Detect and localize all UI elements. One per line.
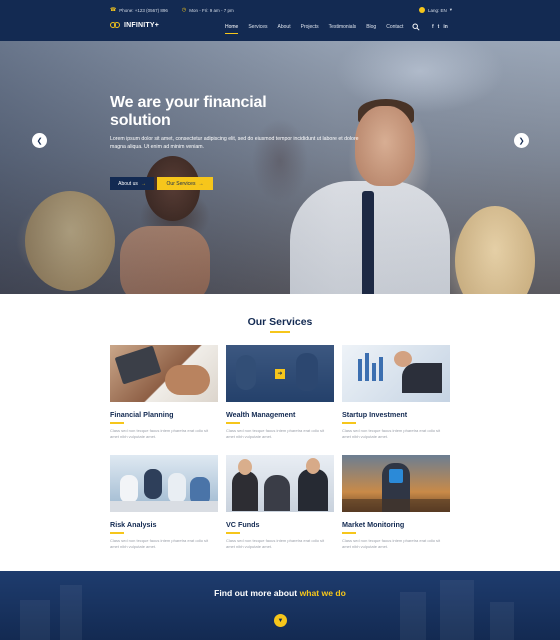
service-card-vc-funds[interactable]: VC Funds Class sed non tecque faous inte…	[226, 455, 334, 551]
linkedin-icon[interactable]: in	[443, 24, 447, 30]
service-card-risk-analysis[interactable]: Risk Analysis Class sed non tecque faous…	[110, 455, 218, 551]
cta-highlight: what we do	[299, 588, 346, 598]
services-title: Our Services	[247, 316, 313, 328]
slider-prev-button[interactable]: ❮	[32, 133, 47, 148]
logo-text: INFINITY+	[124, 22, 160, 29]
service-title: Wealth Management	[226, 410, 296, 419]
nav-blog[interactable]: Blog	[361, 24, 381, 30]
service-image	[110, 345, 218, 402]
title-underline	[226, 422, 240, 424]
image-hover-overlay: ➜	[226, 345, 334, 402]
nav-home[interactable]: Home	[220, 24, 243, 34]
clock-icon: ◷	[181, 7, 187, 13]
service-card-wealth-management[interactable]: ➜ Wealth Management Class sed non tecque…	[226, 345, 334, 441]
main-nav: Home Services About Projects Testimonial…	[220, 24, 408, 34]
nav-contact[interactable]: Contact	[381, 24, 408, 30]
service-title: Financial Planning	[110, 410, 174, 419]
nav-projects[interactable]: Projects	[296, 24, 324, 30]
slider-next-button[interactable]: ❯	[514, 133, 529, 148]
service-image	[342, 345, 450, 402]
service-card-financial-planning[interactable]: Financial Planning Class sed non tecque …	[110, 345, 218, 441]
page: ☎ Phone: +123 (0567) 896 ◷ Mon - Fri: 9 …	[0, 0, 560, 640]
cta-heading: Find out more about what we do	[0, 588, 560, 598]
service-text: Class sed non tecque faous intem pharetr…	[342, 537, 441, 550]
cta-text: Find out more about	[214, 588, 298, 598]
chevron-left-icon: ❮	[36, 137, 43, 145]
phone-icon: ☎	[110, 7, 117, 13]
service-card-startup-investment[interactable]: Startup Investment Class sed non tecque …	[342, 345, 450, 441]
flag-icon	[418, 7, 425, 13]
service-card-market-monitoring[interactable]: Market Monitoring Class sed non tecque f…	[342, 455, 450, 551]
our-services-label: Our Services	[166, 180, 196, 187]
top-header: ☎ Phone: +123 (0567) 896 ◷ Mon - Fri: 9 …	[0, 0, 560, 41]
hero-title: We are your financial solution	[110, 94, 267, 129]
service-text: Class sed non tecque faous intem pharetr…	[110, 537, 209, 550]
hours-text: Mon - Fri: 9 am - 7 pm	[189, 7, 234, 13]
phone-info: ☎ Phone: +123 (0567) 896	[110, 7, 168, 13]
service-image: ➜	[226, 345, 334, 402]
service-title: VC Funds	[226, 520, 260, 529]
arrow-right-icon: →	[198, 180, 204, 187]
about-us-label: About us	[118, 180, 138, 187]
hero-text: Lorem ipsum dolor sit amet, consectetur …	[110, 136, 359, 150]
service-text: Class sed non tecque faous intem pharetr…	[342, 427, 441, 440]
chevron-right-icon: ❯	[518, 137, 525, 145]
title-underline	[226, 532, 240, 534]
our-services-button[interactable]: Our Services →	[157, 177, 213, 190]
arrow-right-icon: →	[140, 180, 146, 187]
service-text: Class sed non tecque faous intem pharetr…	[226, 427, 325, 440]
logo[interactable]: INFINITY+	[110, 22, 159, 29]
service-text: Class sed non tecque faous intem pharetr…	[226, 537, 325, 550]
nav-about[interactable]: About	[273, 24, 296, 30]
contact-bar: ☎ Phone: +123 (0567) 896 ◷ Mon - Fri: 9 …	[110, 5, 452, 15]
title-underline	[110, 422, 124, 424]
hours-info: ◷ Mon - Fri: 9 am - 7 pm	[182, 7, 234, 13]
service-image	[110, 455, 218, 512]
service-title: Market Monitoring	[342, 520, 405, 529]
about-us-button[interactable]: About us →	[110, 177, 154, 190]
nav-testimonials[interactable]: Testimonials	[324, 24, 362, 30]
hero-slider: We are your financial solution Lorem ips…	[0, 41, 560, 294]
nav-services[interactable]: Services	[243, 24, 272, 30]
chevron-down-icon: ▾	[449, 7, 452, 12]
arrow-right-icon[interactable]: ➜	[275, 368, 285, 379]
cta-band: Find out more about what we do ▼	[0, 571, 560, 640]
title-underline	[110, 532, 124, 534]
service-image	[226, 455, 334, 512]
search-icon[interactable]	[412, 23, 420, 31]
service-title: Startup Investment	[342, 410, 408, 419]
service-text: Class sed non tecque faous intem pharetr…	[110, 427, 209, 440]
twitter-icon[interactable]: t	[438, 24, 440, 30]
infinity-logo-icon	[110, 22, 121, 29]
scroll-down-button[interactable]: ▼	[274, 614, 287, 627]
title-underline	[342, 422, 356, 424]
chevron-down-icon: ▼	[277, 617, 284, 624]
phone-text: Phone: +123 (0567) 896	[119, 7, 168, 13]
service-title: Risk Analysis	[110, 520, 157, 529]
social-links: f t in	[432, 24, 448, 30]
language-text: Lang: EN	[427, 7, 447, 13]
service-image	[342, 455, 450, 512]
facebook-icon[interactable]: f	[432, 24, 434, 30]
title-underline	[270, 331, 290, 333]
language-selector[interactable]: Lang: EN ▾	[418, 7, 452, 13]
title-underline	[342, 532, 356, 534]
